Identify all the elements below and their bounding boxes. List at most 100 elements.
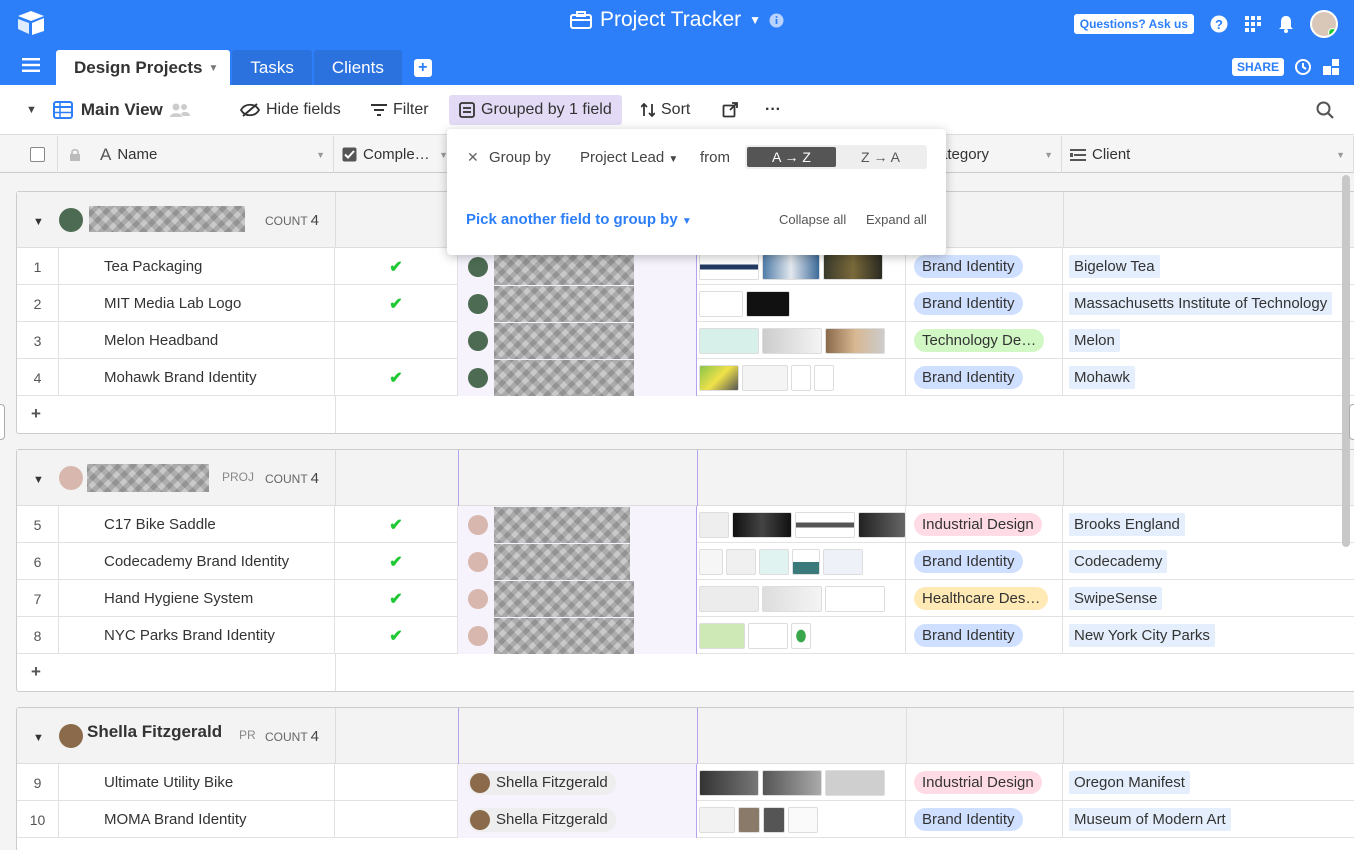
table-row[interactable]: 2 MIT Media Lab Logo ✔ Brand Identity Ma… bbox=[17, 285, 1354, 322]
add-record-row[interactable]: + bbox=[17, 396, 1354, 433]
tab-clients[interactable]: Clients bbox=[313, 50, 402, 85]
attachment-thumbnail[interactable] bbox=[742, 364, 788, 391]
attachment-thumbnail[interactable] bbox=[699, 253, 759, 280]
record-name[interactable]: MOMA Brand Identity bbox=[59, 801, 335, 838]
attachment-thumbnail[interactable] bbox=[788, 806, 818, 833]
add-record-icon[interactable]: + bbox=[31, 404, 41, 424]
table-row[interactable]: 6 Codecademy Brand Identity ✔ Brand Iden… bbox=[17, 543, 1354, 580]
category-cell[interactable]: Technology De… bbox=[906, 322, 1063, 359]
attachment-thumbnail[interactable] bbox=[795, 511, 855, 538]
vertical-scrollbar[interactable] bbox=[1342, 175, 1350, 547]
attachment-thumbnail[interactable] bbox=[748, 622, 788, 649]
attachments-cell[interactable] bbox=[697, 617, 906, 654]
table-row[interactable]: 5 C17 Bike Saddle ✔ Industrial Design Br… bbox=[17, 506, 1354, 543]
collaborators-icon[interactable] bbox=[169, 102, 191, 118]
view-name[interactable]: Main View bbox=[81, 100, 163, 120]
attachment-thumbnail[interactable] bbox=[823, 548, 863, 575]
column-complete-header[interactable]: Comple… ▼ bbox=[334, 136, 457, 173]
tab-caret-icon[interactable]: ▼ bbox=[209, 63, 219, 74]
table-row[interactable]: 10 MOMA Brand Identity Shella Fitzgerald… bbox=[17, 801, 1354, 838]
airtable-logo[interactable] bbox=[16, 10, 46, 36]
info-icon[interactable] bbox=[769, 13, 784, 28]
attachments-cell[interactable] bbox=[697, 801, 906, 838]
attachment-thumbnail[interactable] bbox=[699, 622, 745, 649]
order-asc-option[interactable]: A → Z bbox=[747, 147, 836, 167]
notifications-bell-icon[interactable] bbox=[1278, 15, 1294, 33]
category-cell[interactable]: Industrial Design bbox=[906, 506, 1063, 543]
share-button[interactable]: SHARE bbox=[1231, 58, 1284, 76]
apps-grid-icon[interactable] bbox=[1244, 15, 1262, 33]
category-cell[interactable]: Brand Identity bbox=[906, 543, 1063, 580]
attachment-thumbnail[interactable] bbox=[699, 548, 723, 575]
project-lead-cell[interactable] bbox=[458, 285, 697, 322]
category-cell[interactable]: Brand Identity bbox=[906, 359, 1063, 396]
blocks-icon[interactable] bbox=[1322, 58, 1340, 76]
client-record-link[interactable]: Brooks England bbox=[1069, 513, 1185, 536]
table-row[interactable]: 8 NYC Parks Brand Identity ✔ Brand Ident… bbox=[17, 617, 1354, 654]
collapse-all-button[interactable]: Collapse all bbox=[779, 212, 846, 227]
category-cell[interactable]: Industrial Design bbox=[906, 764, 1063, 801]
attachment-thumbnail[interactable] bbox=[825, 327, 885, 354]
client-cell[interactable]: Bigelow Tea bbox=[1063, 248, 1354, 285]
left-resize-handle[interactable] bbox=[0, 404, 5, 440]
tab-tasks[interactable]: Tasks bbox=[232, 50, 312, 85]
category-cell[interactable]: Brand Identity bbox=[906, 617, 1063, 654]
attachments-cell[interactable] bbox=[697, 322, 906, 359]
add-table-icon[interactable]: + bbox=[413, 59, 432, 77]
expand-all-button[interactable]: Expand all bbox=[866, 212, 927, 227]
group-button[interactable]: Grouped by 1 field bbox=[449, 95, 622, 125]
client-record-link[interactable]: SwipeSense bbox=[1069, 587, 1163, 610]
client-cell[interactable]: Melon bbox=[1063, 322, 1354, 359]
attachment-thumbnail[interactable] bbox=[792, 548, 820, 575]
client-record-link[interactable]: Bigelow Tea bbox=[1069, 255, 1160, 278]
record-name[interactable]: NYC Parks Brand Identity bbox=[59, 617, 335, 654]
attachment-thumbnail[interactable] bbox=[825, 769, 885, 796]
filter-button[interactable]: Filter bbox=[371, 85, 429, 135]
client-cell[interactable]: Codecademy bbox=[1063, 543, 1354, 580]
complete-check-icon[interactable]: ✔ bbox=[335, 543, 458, 580]
attachment-thumbnail[interactable] bbox=[814, 364, 834, 391]
record-name[interactable]: MIT Media Lab Logo bbox=[59, 285, 335, 322]
client-cell[interactable]: Oregon Manifest bbox=[1063, 764, 1354, 801]
help-button[interactable]: Questions? Ask us bbox=[1073, 14, 1194, 34]
client-record-link[interactable]: Mohawk bbox=[1069, 366, 1135, 389]
project-lead-cell[interactable]: Shella Fitzgerald bbox=[458, 764, 697, 801]
project-lead-cell[interactable] bbox=[458, 543, 697, 580]
complete-check-icon[interactable]: ✔ bbox=[335, 617, 458, 654]
complete-check-icon[interactable]: ✔ bbox=[335, 506, 458, 543]
project-lead-cell[interactable]: Shella Fitzgerald bbox=[458, 801, 697, 838]
remove-group-close-icon[interactable]: ✕ bbox=[467, 149, 479, 166]
attachment-thumbnail[interactable] bbox=[746, 290, 790, 317]
table-row[interactable]: 3 Melon Headband Technology De… Melon bbox=[17, 322, 1354, 359]
attachment-thumbnail[interactable] bbox=[699, 585, 759, 612]
column-menu-icon[interactable]: ▼ bbox=[1336, 150, 1345, 160]
client-cell[interactable]: Mohawk bbox=[1063, 359, 1354, 396]
attachment-thumbnail[interactable] bbox=[825, 585, 885, 612]
base-title-text[interactable]: Project Tracker bbox=[600, 8, 741, 32]
attachment-thumbnail[interactable] bbox=[791, 364, 811, 391]
collapse-group-icon[interactable]: ▼ bbox=[33, 216, 44, 228]
attachments-cell[interactable] bbox=[697, 359, 906, 396]
select-all-checkbox[interactable] bbox=[0, 136, 58, 173]
attachment-thumbnail[interactable] bbox=[823, 253, 883, 280]
client-cell[interactable]: New York City Parks bbox=[1063, 617, 1354, 654]
view-caret-icon[interactable]: ▼ bbox=[26, 104, 37, 116]
attachment-thumbnail[interactable] bbox=[759, 548, 789, 575]
record-name[interactable]: Mohawk Brand Identity bbox=[59, 359, 335, 396]
project-lead-cell[interactable] bbox=[458, 359, 697, 396]
view-switcher[interactable]: ▼ Main View bbox=[26, 85, 191, 135]
attachment-thumbnail[interactable] bbox=[762, 253, 820, 280]
attachments-cell[interactable] bbox=[697, 543, 906, 580]
right-resize-handle[interactable] bbox=[1349, 404, 1354, 440]
group-field-select[interactable]: Project Lead ▼ bbox=[580, 149, 678, 166]
hide-fields-button[interactable]: Hide fields bbox=[240, 85, 341, 135]
complete-check-icon[interactable]: ✔ bbox=[335, 285, 458, 322]
search-icon[interactable] bbox=[1316, 101, 1334, 119]
pick-another-field-button[interactable]: Pick another field to group by ▼ bbox=[466, 211, 692, 228]
attachment-thumbnail[interactable] bbox=[699, 327, 759, 354]
attachments-cell[interactable] bbox=[697, 580, 906, 617]
client-record-link[interactable]: Oregon Manifest bbox=[1069, 771, 1190, 794]
column-name-header[interactable]: A Name ▼ bbox=[58, 136, 334, 173]
attachment-thumbnail[interactable] bbox=[762, 585, 822, 612]
attachments-cell[interactable] bbox=[697, 285, 906, 322]
